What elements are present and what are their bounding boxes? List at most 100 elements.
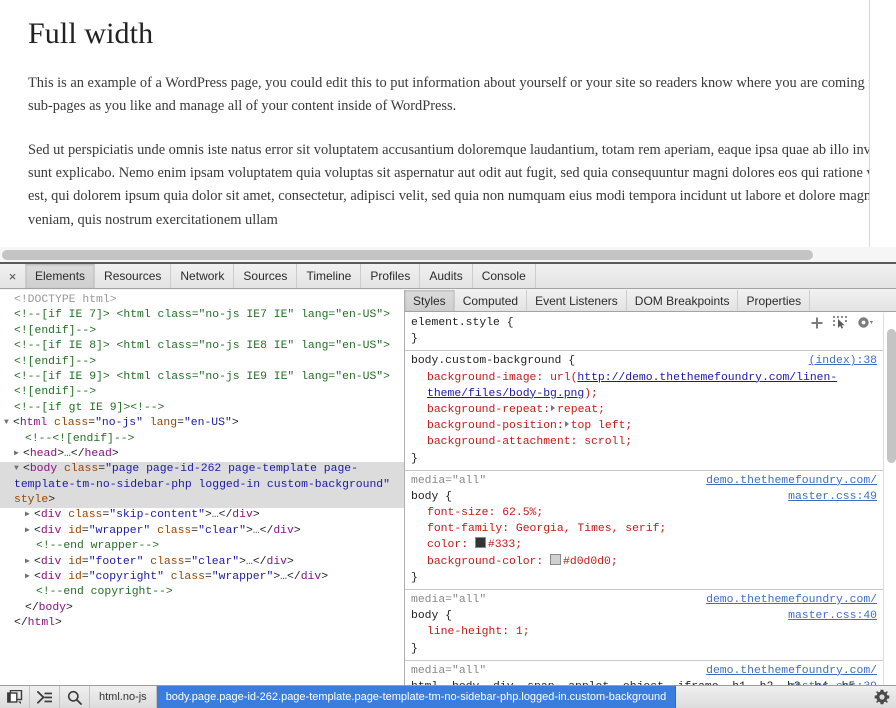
expand-triangle-wrapper-icon[interactable]: ▶	[25, 526, 34, 537]
inspect-element-button[interactable]	[30, 686, 60, 708]
styles-vertical-scrollbar[interactable]	[883, 313, 896, 686]
page-horizontal-scrollbar-thumb[interactable]	[2, 249, 813, 260]
close-devtools-button[interactable]: ×	[0, 264, 26, 288]
dom-comment-ie7-text: <!--[if IE 7]> <html class="no-js IE7 IE…	[14, 309, 390, 337]
style-rule-origin[interactable]: demo.thethemefoundry.com/ master.css:49	[706, 473, 877, 505]
dom-node-doctype[interactable]: <!DOCTYPE html>	[0, 293, 404, 308]
tab-profiles[interactable]: Profiles	[361, 264, 421, 288]
tab-styles[interactable]: Styles	[405, 290, 455, 311]
style-rule-origin-host[interactable]: demo.thethemefoundry.com/	[706, 665, 877, 677]
style-prop-background-position[interactable]: background-position: top left;	[411, 418, 877, 434]
dom-node-close-html[interactable]: </html>	[0, 616, 404, 631]
inspect-element-icon	[36, 690, 52, 704]
style-prop-value: #d0d0d0;	[563, 555, 618, 568]
dom-doctype-text: <!DOCTYPE html>	[14, 294, 117, 306]
style-prop-background-attachment[interactable]: background-attachment: scroll;	[411, 434, 877, 450]
tab-dom-breakpoints[interactable]: DOM Breakpoints	[627, 290, 739, 311]
dom-html-attr-class-name: class	[54, 417, 89, 430]
styles-settings-gear-icon[interactable]	[857, 316, 874, 329]
disclosure-triangle-icon[interactable]	[564, 421, 569, 428]
search-icon	[67, 690, 82, 705]
style-prop-font-family[interactable]: font-family: Georgia, Times, serif;	[411, 521, 877, 537]
dom-node-copyright[interactable]: ▶ <div id="copyright" class="wrapper">…</…	[0, 570, 404, 585]
expand-triangle-body-icon[interactable]: ▼	[14, 464, 23, 475]
breadcrumb-html[interactable]: html.no-js	[90, 686, 157, 708]
style-prop-color[interactable]: color: #333;	[411, 537, 877, 553]
dom-node-body[interactable]: ▼ <body class="page page-id-262 page-temp…	[0, 462, 404, 509]
dom-node-comment-end-copyright[interactable]: <!--end copyright-->	[0, 585, 404, 600]
dom-node-wrapper[interactable]: ▶ <div id="wrapper" class="clear">…</div>	[0, 524, 404, 539]
tab-sources[interactable]: Sources	[234, 264, 298, 288]
dom-node-close-body[interactable]: </body>	[0, 601, 404, 616]
style-prop-value: #333;	[487, 539, 523, 552]
dom-node-comment-ie8[interactable]: <!--[if IE 8]> <html class="no-js IE8 IE…	[0, 339, 404, 370]
dom-node-comment-gt-ie9[interactable]: <!--[if gt IE 9]><!-->	[0, 401, 404, 416]
style-rule-origin[interactable]: demo.thethemefoundry.com/ master.css:39	[706, 663, 877, 686]
dom-node-html[interactable]: ▼ <html class="no-js" lang="en-US">	[0, 416, 404, 431]
devtools-settings-button[interactable]	[868, 686, 896, 708]
dom-node-comment-ie7[interactable]: <!--[if IE 7]> <html class="no-js IE7 IE…	[0, 308, 404, 339]
dom-node-comment-end-wrapper[interactable]: <!--end wrapper-->	[0, 539, 404, 554]
style-rule-origin-file[interactable]: master.css:49	[788, 491, 877, 503]
search-button[interactable]	[60, 686, 90, 708]
style-rule-body-master-40[interactable]: demo.thethemefoundry.com/ master.css:40 …	[405, 590, 883, 661]
color-swatch[interactable]	[550, 553, 562, 565]
style-rule-origin[interactable]: demo.thethemefoundry.com/ master.css:40	[706, 592, 877, 624]
tab-console[interactable]: Console	[473, 264, 536, 288]
style-rule-origin-link[interactable]: (index):38	[809, 355, 877, 367]
expand-triangle-html-icon[interactable]: ▼	[4, 418, 13, 429]
style-prop-font-size[interactable]: font-size: 62.5%;	[411, 505, 877, 521]
style-rule-body-master-49[interactable]: demo.thethemefoundry.com/ master.css:49 …	[405, 471, 883, 590]
color-swatch[interactable]	[474, 537, 486, 549]
expand-triangle-footer-icon[interactable]: ▶	[25, 557, 34, 568]
devtools-panel: × Elements Resources Network Sources Tim…	[0, 262, 896, 708]
page-article: Full width This is an example of a WordP…	[28, 8, 869, 247]
tab-timeline[interactable]: Timeline	[297, 264, 362, 288]
style-rule-origin-host[interactable]: demo.thethemefoundry.com/	[706, 594, 877, 606]
expand-triangle-head-icon[interactable]: ▶	[14, 449, 23, 460]
style-prop-name: background-position	[427, 420, 557, 433]
page-horizontal-scrollbar[interactable]	[0, 247, 896, 262]
style-rule-origin-file[interactable]: master.css:40	[788, 610, 877, 622]
expand-triangle-copyright-icon[interactable]: ▶	[25, 572, 34, 583]
dom-node-comment-ie9[interactable]: <!--[if IE 9]> <html class="no-js IE9 IE…	[0, 370, 404, 401]
dock-to-side-button[interactable]	[0, 686, 30, 708]
style-prop-value: repeat;	[557, 403, 605, 416]
style-prop-background-image[interactable]: background-image: url(http://demo.thethe…	[411, 370, 877, 402]
dom-tree-pane[interactable]: <!DOCTYPE html> <!--[if IE 7]> <html cla…	[0, 290, 405, 686]
styles-vertical-scrollbar-thumb[interactable]	[886, 329, 896, 463]
dom-node-footer[interactable]: ▶ <div id="footer" class="clear">…</div>	[0, 555, 404, 570]
style-prop-line-height[interactable]: line-height: 1;	[411, 624, 877, 640]
style-prop-background-repeat[interactable]: background-repeat: repeat;	[411, 402, 877, 418]
style-rule-origin-host[interactable]: demo.thethemefoundry.com/	[706, 475, 877, 487]
tab-computed[interactable]: Computed	[455, 290, 528, 311]
style-rule-body-custom-background[interactable]: (index):38 body.custom-background { back…	[405, 351, 883, 471]
dom-comment-end-copyright-text: <!--end copyright-->	[36, 586, 173, 599]
expand-triangle-skip-content-icon[interactable]: ▶	[25, 510, 34, 521]
browser-page-viewport[interactable]: Full width This is an example of a WordP…	[0, 0, 896, 262]
style-prop-background-color[interactable]: background-color: #d0d0d0;	[411, 553, 877, 570]
tab-elements[interactable]: Elements	[26, 264, 96, 288]
dom-node-head[interactable]: ▶ <head>…</head>	[0, 447, 404, 462]
tab-properties[interactable]: Properties	[738, 290, 811, 311]
style-prop-name: font-size	[427, 507, 489, 520]
devtools-main-split: <!DOCTYPE html> <!--[if IE 7]> <html cla…	[0, 290, 896, 686]
styles-pane: Styles Computed Event Listeners DOM Brea…	[405, 290, 896, 686]
disclosure-triangle-icon[interactable]	[551, 404, 556, 411]
breadcrumb-body[interactable]: body.page.page-id-262.page-template.page…	[156, 686, 677, 708]
dom-body-attr-style-name: style	[14, 494, 49, 507]
tab-resources[interactable]: Resources	[95, 264, 172, 288]
new-style-rule-icon[interactable]	[811, 317, 823, 329]
tab-network[interactable]: Network	[171, 264, 235, 288]
style-rule-origin[interactable]: (index):38	[809, 353, 877, 369]
style-prop-value: Georgia, Times, serif;	[515, 523, 667, 536]
dock-to-side-icon	[6, 690, 22, 704]
page-title: Full width	[28, 17, 154, 50]
tab-audits[interactable]: Audits	[420, 264, 473, 288]
dom-node-skip-content[interactable]: ▶ <div class="skip-content">…</div>	[0, 508, 404, 523]
toggle-element-state-icon[interactable]	[833, 316, 847, 329]
tab-event-listeners[interactable]: Event Listeners	[527, 290, 627, 311]
styles-rules-list[interactable]: element.style { } (index):38 body.custom…	[405, 313, 883, 686]
dom-node-comment-endif[interactable]: <!--<![endif]-->	[0, 432, 404, 447]
style-rule-reset-master-39[interactable]: demo.thethemefoundry.com/ master.css:39 …	[405, 661, 883, 686]
